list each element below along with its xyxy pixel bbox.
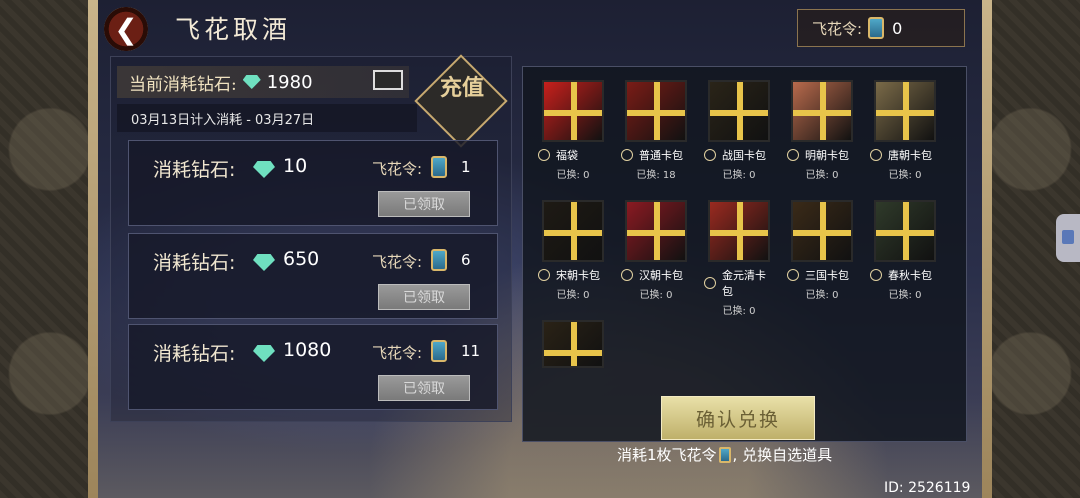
tier-card: 消耗钻石: 650 飞花令: 6 已领取 (128, 233, 498, 319)
card-pack-image (874, 200, 936, 262)
exchange-item-count: 已换: 0 (722, 306, 756, 317)
card-pack-image (625, 200, 687, 262)
exchange-note: 消耗1枚飞花令 , 兑换自选道具 (617, 446, 833, 464)
exchange-item-count: 已换: 0 (639, 290, 673, 301)
card-pack-image (874, 80, 936, 142)
user-id: ID: 2526119 (884, 480, 971, 496)
card-pack-image (791, 200, 853, 262)
tier-card: 消耗钻石: 1080 飞花令: 11 已领取 (128, 324, 498, 410)
date-range: 03月13日计入消耗 - 03月27日 (117, 104, 417, 132)
tier-token-count: 11 (461, 342, 481, 360)
exchange-item[interactable]: 战国卡包已换: 0 (704, 80, 774, 181)
side-float-tab[interactable] (1056, 214, 1080, 262)
current-consumption-label: 当前消耗钻石: (129, 74, 237, 95)
card-pack-image (542, 320, 604, 368)
exchange-item-count: 已换: 0 (805, 170, 839, 181)
back-button[interactable]: ❮ (104, 7, 148, 51)
tier-value: 650 (283, 248, 320, 270)
exchange-item-name: 普通卡包 (621, 147, 691, 163)
radio-button[interactable] (870, 269, 882, 281)
card-pack-image (542, 200, 604, 262)
radio-button[interactable] (621, 149, 633, 161)
token-icon (718, 446, 731, 463)
exchange-item-count: 已换: 0 (722, 170, 756, 181)
claimed-button[interactable]: 已领取 (378, 284, 470, 310)
exchange-item[interactable]: 唐朝卡包已换: 0 (870, 80, 940, 181)
radio-button[interactable] (704, 277, 716, 289)
tier-token-label: 飞花令: (372, 344, 423, 362)
diamond-icon (253, 345, 275, 362)
confirm-exchange-button[interactable]: 确认兑换 (661, 396, 815, 440)
claimed-button[interactable]: 已领取 (378, 375, 470, 401)
tier-card: 消耗钻石: 10 飞花令: 1 已领取 (128, 140, 498, 226)
radio-button[interactable] (787, 269, 799, 281)
token-balance-label: 飞花令: (812, 19, 863, 38)
exchange-item[interactable]: 明朝卡包已换: 0 (787, 80, 857, 181)
exchange-item[interactable] (538, 320, 608, 368)
exchange-item[interactable]: 宋朝卡包已换: 0 (538, 200, 608, 301)
token-icon (431, 156, 447, 178)
card-pack-image (625, 80, 687, 142)
radio-button[interactable] (538, 269, 550, 281)
claimed-button[interactable]: 已领取 (378, 191, 470, 217)
exchange-item-name: 唐朝卡包 (870, 147, 940, 163)
radio-button[interactable] (787, 149, 799, 161)
exchange-item-count: 已换: 0 (888, 170, 922, 181)
tier-token-label: 飞花令: (372, 160, 423, 178)
token-icon (431, 249, 447, 271)
card-pack-image (708, 80, 770, 142)
exchange-item-count: 已换: 18 (636, 170, 676, 181)
radio-button[interactable] (621, 269, 633, 281)
card-pack-image (791, 80, 853, 142)
token-icon (868, 17, 885, 39)
exchange-item-name: 汉朝卡包 (621, 267, 691, 283)
exchange-item-name: 战国卡包 (704, 147, 774, 163)
exchange-item-name: 宋朝卡包 (538, 267, 608, 283)
page-title: 飞花取酒 (175, 15, 292, 44)
exchange-item-count: 已换: 0 (556, 290, 590, 301)
exchange-item-name: 明朝卡包 (787, 147, 857, 163)
radio-button[interactable] (704, 149, 716, 161)
radio-button[interactable] (870, 149, 882, 161)
exchange-item[interactable]: 春秋卡包已换: 0 (870, 200, 940, 301)
tier-label: 消耗钻石: (153, 252, 236, 274)
exchange-item-name: 春秋卡包 (870, 267, 940, 283)
tier-value: 1080 (283, 339, 332, 361)
token-balance-count: 0 (892, 18, 903, 38)
recharge-label[interactable]: 充值 (434, 76, 490, 100)
exchange-item-name: 三国卡包 (787, 267, 857, 283)
exchange-item-name: 福袋 (538, 147, 608, 163)
tier-token-count: 6 (461, 251, 471, 269)
current-consumption: 当前消耗钻石: 1980 (117, 66, 409, 98)
card-pack-image (542, 80, 604, 142)
left-ornament (0, 0, 100, 498)
current-consumption-value: 1980 (266, 71, 313, 93)
exchange-item[interactable]: 金元清卡包已换: 0 (704, 200, 774, 317)
exchange-item[interactable]: 福袋已换: 0 (538, 80, 608, 181)
exchange-item-name: 金元清卡包 (704, 267, 774, 299)
tier-value: 10 (283, 155, 308, 177)
exchange-item-count: 已换: 0 (888, 290, 922, 301)
mail-icon[interactable] (373, 70, 403, 90)
tier-label: 消耗钻石: (153, 159, 236, 181)
exchange-item[interactable]: 三国卡包已换: 0 (787, 200, 857, 301)
diamond-icon (253, 161, 275, 178)
exchange-item[interactable]: 普通卡包已换: 18 (621, 80, 691, 181)
exchange-item-count: 已换: 0 (556, 170, 590, 181)
token-balance: 飞花令: 0 (797, 9, 965, 47)
card-pack-image (708, 200, 770, 262)
tier-label: 消耗钻石: (153, 343, 236, 365)
tier-token-count: 1 (461, 158, 471, 176)
diamond-icon (253, 254, 275, 271)
radio-button[interactable] (538, 149, 550, 161)
exchange-item[interactable]: 汉朝卡包已换: 0 (621, 200, 691, 301)
token-icon (431, 340, 447, 362)
exchange-item-count: 已换: 0 (805, 290, 839, 301)
diamond-icon (242, 75, 261, 89)
tier-token-label: 飞花令: (372, 253, 423, 271)
chevron-left-icon: ❮ (114, 12, 138, 46)
